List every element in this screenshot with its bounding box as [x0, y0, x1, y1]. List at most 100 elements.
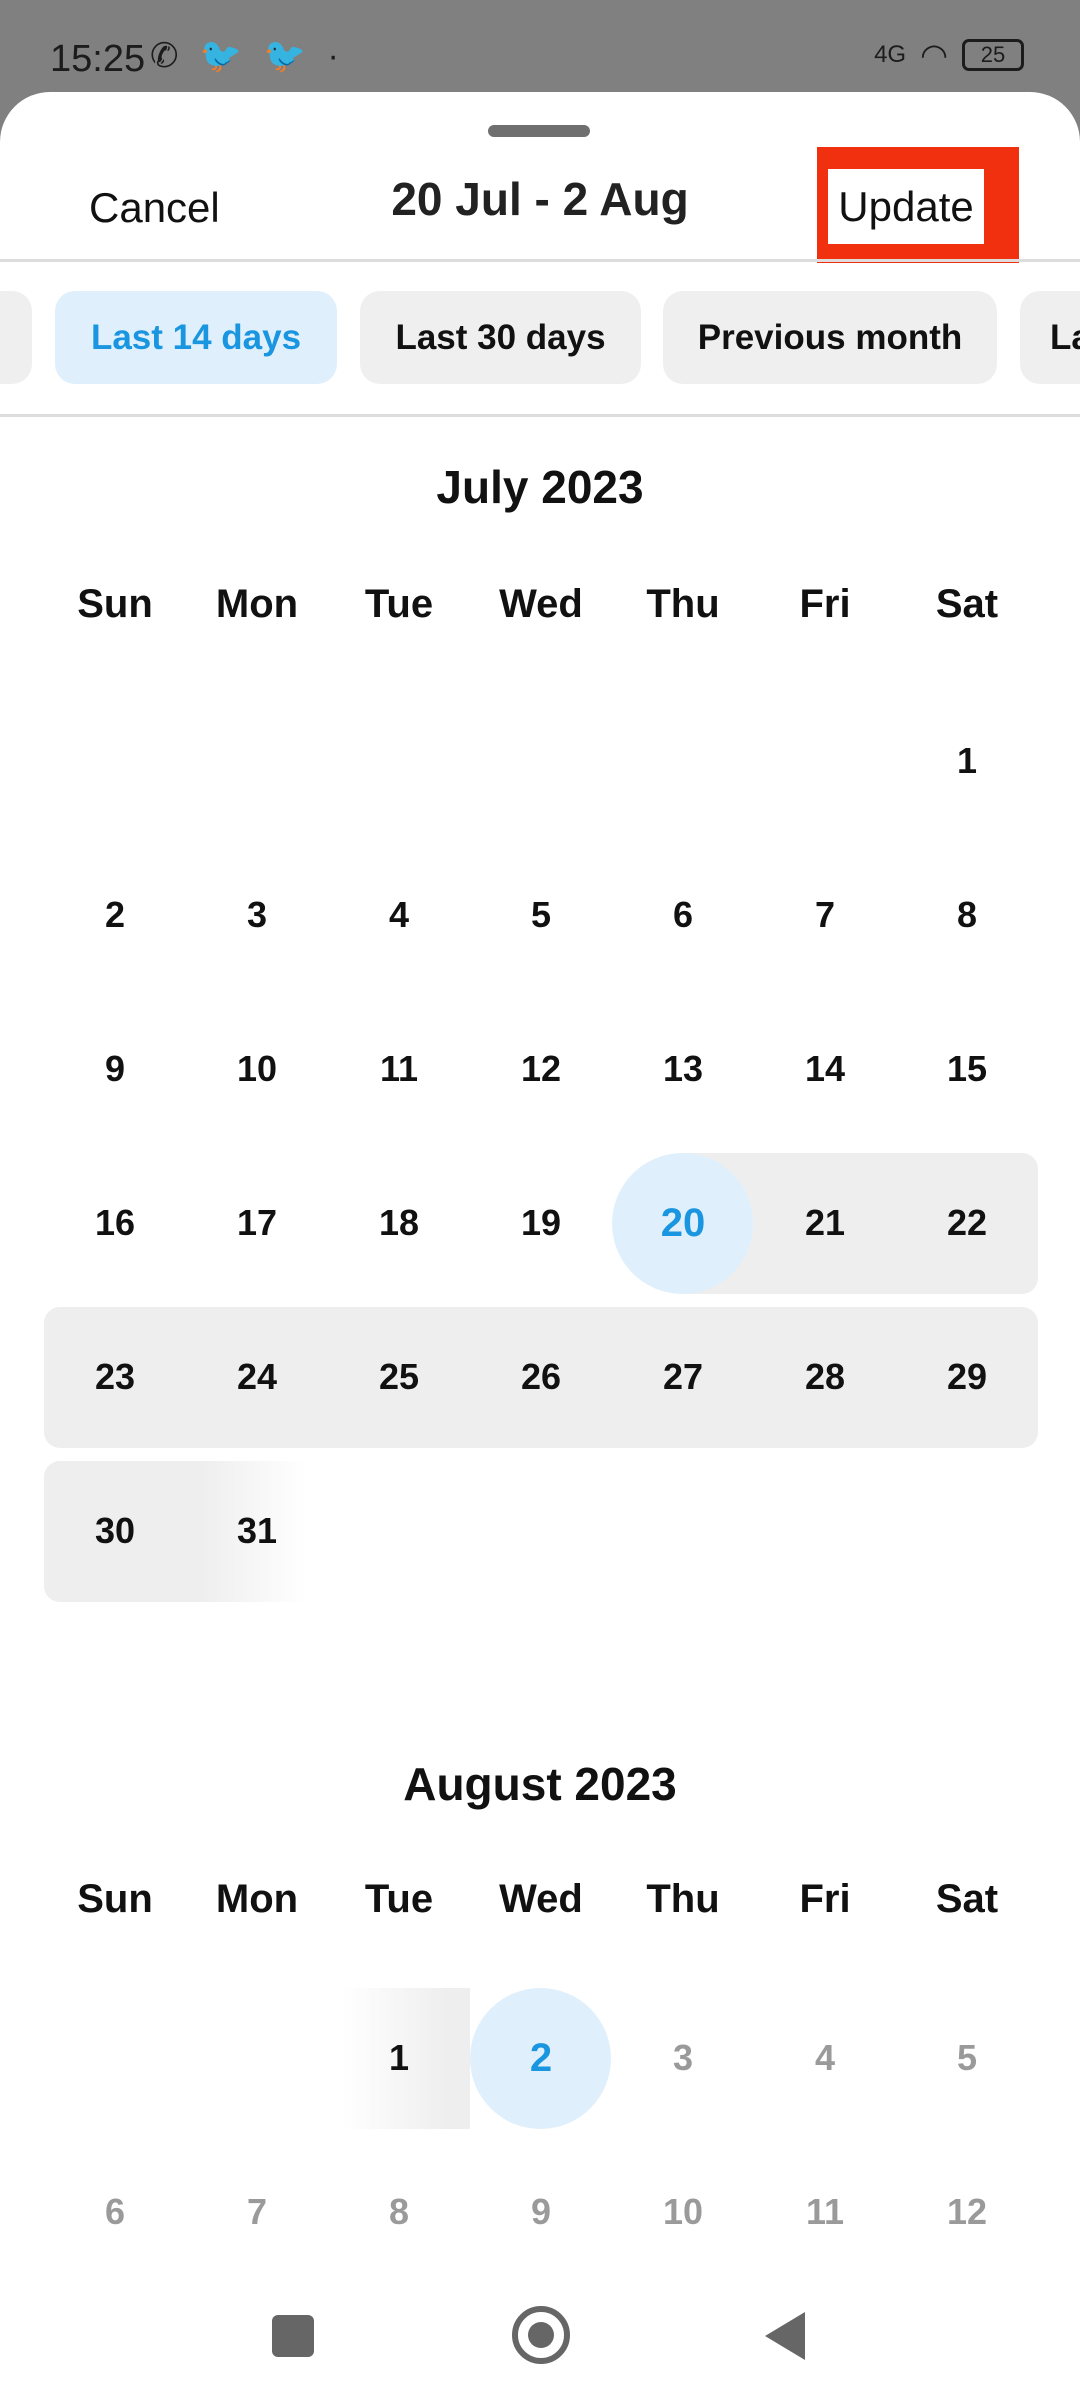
day-number: 8: [388, 2191, 410, 2232]
day-cell[interactable]: 15: [896, 999, 1038, 1140]
day-cell[interactable]: 26: [470, 1306, 612, 1448]
day-cell[interactable]: 11: [754, 2142, 896, 2283]
weekday-label: Wed: [499, 582, 583, 626]
day-cell[interactable]: 31: [186, 1460, 328, 1602]
day-cell[interactable]: 5: [896, 1988, 1038, 2129]
week-row: 16 17 18 19 20 21 22: [44, 1146, 1038, 1300]
preset-chip-last-30-days[interactable]: Last 30 days: [360, 291, 641, 384]
day-number: 21: [804, 1202, 846, 1243]
day-cell[interactable]: 8: [896, 845, 1038, 986]
update-highlight-box: Update: [817, 147, 1019, 263]
preset-chip[interactable]: [0, 291, 32, 384]
home-icon[interactable]: [512, 2306, 570, 2364]
day-cell[interactable]: 1: [896, 691, 1038, 832]
day-cell[interactable]: 8: [328, 2142, 470, 2283]
weekday-header: Sun Mon Tue Wed Thu Fri Sat: [44, 1877, 1038, 1922]
day-number: 11: [379, 1048, 419, 1089]
empty-cell: [44, 1988, 186, 2129]
day-cell[interactable]: 3: [612, 1988, 754, 2129]
day-number: 29: [946, 1356, 988, 1397]
day-number: 17: [236, 1202, 278, 1243]
recents-icon[interactable]: [272, 2315, 314, 2357]
day-cell[interactable]: 10: [612, 2142, 754, 2283]
day-number: 12: [946, 2191, 988, 2232]
day-cell[interactable]: 23: [44, 1306, 186, 1448]
day-cell[interactable]: 6: [44, 2142, 186, 2283]
weekday-label: Tue: [364, 1877, 434, 1921]
day-cell[interactable]: 27: [612, 1306, 754, 1448]
day-cell[interactable]: 6: [612, 845, 754, 986]
day-number: 28: [804, 1356, 846, 1397]
day-number: 27: [662, 1356, 704, 1397]
day-cell[interactable]: 10: [186, 999, 328, 1140]
day-cell[interactable]: 12: [896, 2142, 1038, 2283]
day-cell[interactable]: 14: [754, 999, 896, 1140]
empty-cell: [754, 1461, 896, 1602]
drag-handle[interactable]: [488, 125, 590, 137]
month-title: July 2023: [436, 461, 644, 513]
day-cell[interactable]: 9: [470, 2142, 612, 2283]
day-cell[interactable]: 25: [328, 1306, 470, 1448]
day-cell[interactable]: 12: [470, 999, 612, 1140]
empty-cell: [328, 1461, 470, 1602]
day-cell[interactable]: 11: [328, 999, 470, 1140]
day-cell[interactable]: 2: [44, 845, 186, 986]
day-cell[interactable]: 5: [470, 845, 612, 986]
day-cell[interactable]: 19: [470, 1153, 612, 1294]
day-cell[interactable]: 17: [186, 1153, 328, 1294]
day-number: 12: [520, 1048, 562, 1089]
day-cell[interactable]: 13: [612, 999, 754, 1140]
system-icons: 4G ◠ 25: [874, 36, 1024, 74]
day-grid: 1 2 3 4 5 6 7 8 9 10 11 12: [44, 1981, 1038, 2289]
day-cell[interactable]: 1: [328, 1987, 470, 2129]
day-cell[interactable]: 21: [754, 1152, 896, 1294]
weekday-label: Fri: [799, 582, 851, 626]
day-cell[interactable]: 22: [896, 1152, 1038, 1294]
notification-icons: ✆ 🐦 🐦 ·: [150, 37, 345, 75]
day-cell[interactable]: 4: [328, 845, 470, 986]
day-cell[interactable]: 18: [328, 1153, 470, 1294]
day-number: 9: [104, 1048, 126, 1089]
day-cell-range-start[interactable]: 20: [612, 1152, 754, 1294]
day-number: 23: [94, 1356, 136, 1397]
day-cell[interactable]: 30: [44, 1460, 186, 1602]
day-cell[interactable]: 24: [186, 1306, 328, 1448]
day-number: 10: [662, 2191, 704, 2232]
week-row: 1 2 3 4 5: [44, 1981, 1038, 2135]
weekday-label: Wed: [499, 1877, 583, 1921]
day-number: 9: [530, 2191, 552, 2232]
navigation-bar: [0, 2270, 1080, 2400]
day-cell[interactable]: 16: [44, 1153, 186, 1294]
empty-cell: [612, 691, 754, 832]
preset-chip-partial[interactable]: La: [1020, 291, 1080, 384]
update-button[interactable]: Update: [828, 169, 984, 244]
day-cell[interactable]: 7: [186, 2142, 328, 2283]
day-cell[interactable]: 7: [754, 845, 896, 986]
day-number: 13: [662, 1048, 704, 1089]
day-cell[interactable]: 28: [754, 1306, 896, 1448]
status-bar: 15:25 ✆ 🐦 🐦 · 4G ◠ 25: [0, 0, 1080, 92]
day-cell[interactable]: 3: [186, 845, 328, 986]
weekday-label: Sat: [935, 1877, 999, 1921]
back-icon[interactable]: [765, 2312, 805, 2360]
week-row: 1: [44, 684, 1038, 838]
empty-cell: [328, 691, 470, 832]
day-number: 4: [388, 894, 410, 935]
divider: [0, 414, 1080, 417]
month-title: August 2023: [403, 1758, 677, 1810]
preset-chip-last-14-days[interactable]: Last 14 days: [55, 291, 337, 384]
day-number: 1: [388, 2037, 410, 2078]
day-cell[interactable]: 4: [754, 1988, 896, 2129]
day-number: 31: [236, 1510, 278, 1551]
day-number: 18: [378, 1202, 420, 1243]
day-cell-range-end[interactable]: 2: [470, 1987, 612, 2129]
day-cell[interactable]: 9: [44, 999, 186, 1140]
preset-chips[interactable]: Last 14 days Last 30 days Previous month…: [0, 291, 1080, 384]
day-number: 11: [805, 2191, 845, 2232]
battery-icon: 25: [962, 39, 1024, 71]
day-cell[interactable]: 29: [896, 1306, 1038, 1448]
day-number: 16: [94, 1202, 136, 1243]
week-row: 6 7 8 9 10 11 12: [44, 2135, 1038, 2289]
preset-chip-previous-month[interactable]: Previous month: [663, 291, 997, 384]
weekday-label: Sun: [77, 582, 153, 626]
